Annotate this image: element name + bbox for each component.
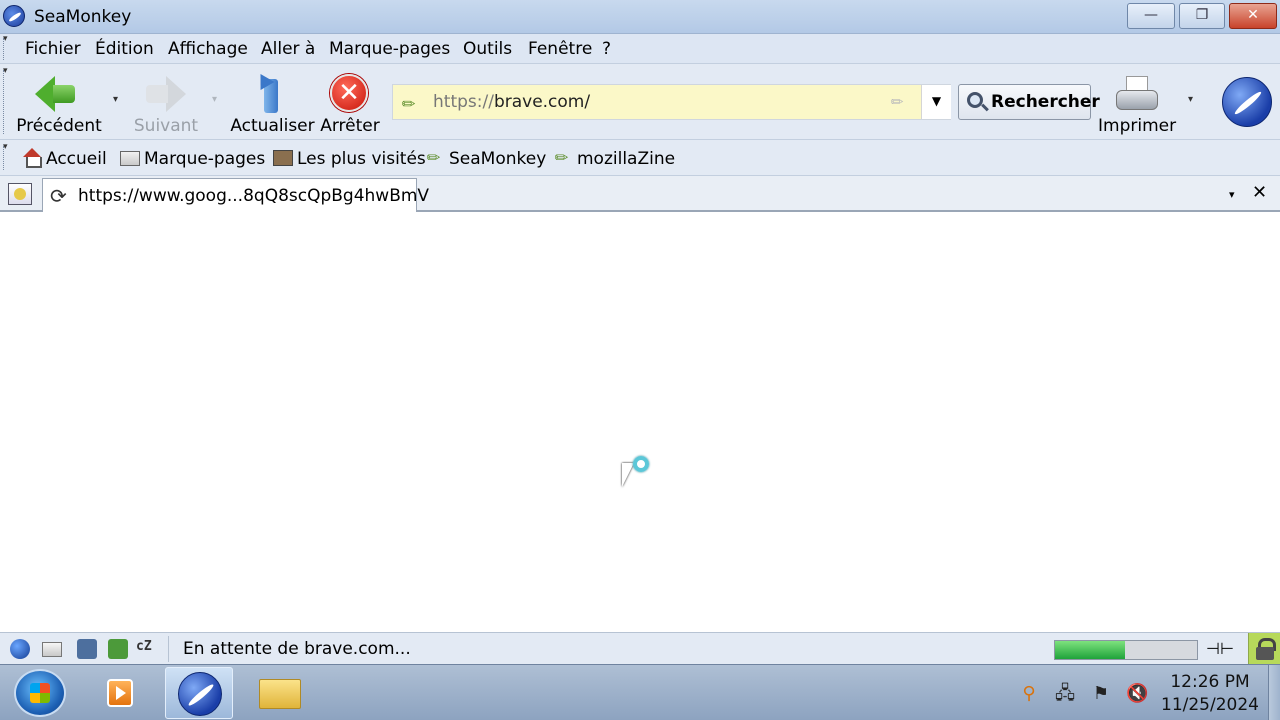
bookmarks-toolbar: Accueil Marque-pages Les plus visités ✎ … [0, 140, 1280, 176]
menu-fichier[interactable]: Fichier [25, 39, 81, 59]
chatzilla-icon[interactable]: cZ [136, 639, 156, 659]
site-identity-icon[interactable]: ✎ [397, 89, 422, 116]
file-explorer-icon [259, 679, 301, 709]
seamonkey-app-icon[interactable] [3, 5, 25, 27]
windows-taskbar: ⚲ 🖧 ⚑ 🔇 12:26 PM 11/25/2024 [0, 664, 1280, 720]
address-book-icon[interactable] [108, 639, 128, 659]
busy-cursor-icon [620, 456, 660, 500]
back-history-dropdown[interactable]: ▾ [113, 94, 118, 105]
page-content[interactable] [0, 212, 1280, 632]
back-label: Précédent [16, 116, 102, 136]
search-label: Rechercher [991, 92, 1100, 112]
magnifier-icon [967, 92, 983, 108]
menu-edition[interactable]: Édition [95, 39, 154, 59]
close-window-button[interactable]: ✕ [1229, 3, 1277, 29]
loading-spinner-icon: ⟳ [50, 184, 67, 208]
network-icon[interactable]: 🖧 [1054, 683, 1076, 705]
url-history-dropdown[interactable]: ▼ [921, 85, 951, 119]
print-label: Imprimer [1098, 116, 1177, 136]
close-tab-button[interactable]: ✕ [1252, 182, 1267, 203]
reload-label: Actualiser [230, 116, 315, 136]
menu-aller-a[interactable]: Aller à [261, 39, 315, 59]
progress-meter [1054, 640, 1198, 660]
navbar-grip[interactable] [3, 66, 8, 134]
taskbar-clock[interactable]: 12:26 PM 11/25/2024 [1158, 671, 1262, 717]
bookmark-leaf-icon: ✎ [550, 146, 574, 170]
bookmark-seamonkey[interactable]: SeaMonkey [449, 149, 546, 169]
status-text: En attente de brave.com... [183, 639, 411, 659]
bookmark-page-icon[interactable]: ✎ [886, 91, 908, 113]
forward-label: Suivant [133, 116, 199, 136]
bookmark-les-plus-visites[interactable]: Les plus visités [297, 149, 426, 169]
show-desktop-button[interactable] [1268, 665, 1280, 720]
minimize-button[interactable]: — [1127, 3, 1175, 29]
search-icon[interactable]: ⚲ [1018, 683, 1040, 705]
clock-date: 11/25/2024 [1161, 695, 1259, 715]
title-bar: SeaMonkey — ❐ ✕ [0, 0, 1280, 34]
status-divider [168, 636, 169, 662]
url-bar[interactable]: ✎ https://brave.com/ ✎ ▼ [392, 84, 951, 120]
mail-component-icon[interactable] [42, 642, 62, 657]
most-visited-icon [273, 150, 293, 166]
bookmark-accueil[interactable]: Accueil [46, 149, 107, 169]
browser-component-icon[interactable] [10, 639, 30, 659]
navigation-toolbar: Précédent ▾ Suivant ▾ Actualiser ✕ Arrêt… [0, 64, 1280, 140]
security-lock-icon[interactable] [1248, 633, 1280, 665]
composer-component-icon[interactable] [77, 639, 97, 659]
bookmarks-grip[interactable] [3, 142, 8, 170]
forward-button[interactable]: Suivant [131, 68, 201, 140]
restore-button[interactable]: ❐ [1179, 3, 1225, 29]
reload-icon [253, 69, 288, 115]
tab-title: https://www.goog...8qQ8scQpBg4hwBmV [78, 186, 430, 206]
volume-muted-icon[interactable]: 🔇 [1126, 683, 1148, 705]
forward-arrow-icon [146, 76, 186, 112]
media-player-icon [107, 679, 133, 707]
tab-active[interactable]: ⟳ https://www.goog...8qQ8scQpBg4hwBmV [42, 178, 429, 212]
back-arrow-icon [35, 76, 75, 112]
back-button[interactable]: Précédent [15, 68, 103, 140]
print-button[interactable]: Imprimer [1098, 68, 1176, 140]
bookmark-marque-pages[interactable]: Marque-pages [144, 149, 265, 169]
stop-icon: ✕ [330, 74, 368, 112]
taskbar-seamonkey[interactable] [165, 667, 233, 719]
menubar-grip[interactable] [3, 34, 8, 60]
tab-list-dropdown[interactable]: ▾ [1229, 188, 1235, 201]
printer-icon [1116, 76, 1158, 114]
url-host: brave.com/ [493, 92, 591, 112]
print-dropdown[interactable]: ▾ [1188, 94, 1193, 105]
folder-icon [120, 151, 140, 166]
stop-button[interactable]: ✕ Arrêter [318, 68, 382, 140]
menu-marque-pages[interactable]: Marque-pages [329, 39, 450, 59]
progress-fill [1055, 641, 1125, 659]
menu-fenetre[interactable]: Fenêtre [528, 39, 592, 59]
menu-affichage[interactable]: Affichage [168, 39, 248, 59]
clock-time: 12:26 PM [1170, 672, 1250, 692]
start-button[interactable] [14, 669, 66, 717]
flag-icon[interactable]: ⚑ [1090, 683, 1112, 705]
menu-bar: Fichier Édition Affichage Aller à Marque… [0, 34, 1280, 64]
url-input[interactable]: https://brave.com/ [433, 92, 590, 112]
bookmark-mozillazine[interactable]: mozillaZine [577, 149, 675, 169]
seamonkey-throbber-icon[interactable] [1222, 77, 1272, 127]
forward-history-dropdown[interactable]: ▾ [212, 94, 217, 105]
status-bar: cZ En attente de brave.com... ⊣⊢ [0, 632, 1280, 665]
menu-outils[interactable]: Outils [463, 39, 512, 59]
window-title: SeaMonkey [34, 7, 132, 27]
seamonkey-icon [178, 672, 222, 716]
taskbar-media-player[interactable] [85, 667, 153, 719]
search-button[interactable]: Rechercher [958, 84, 1100, 120]
reload-button[interactable]: Actualiser [230, 68, 315, 140]
url-scheme: https:// [433, 92, 494, 112]
taskbar-file-explorer[interactable] [245, 667, 313, 719]
new-tab-icon[interactable] [8, 183, 32, 205]
tab-bar: ⟳ https://www.goog...8qQ8scQpBg4hwBmV ▾ … [0, 176, 1280, 212]
online-status-icon[interactable]: ⊣⊢ [1206, 639, 1234, 658]
home-icon [22, 148, 42, 168]
stop-label: Arrêter [320, 116, 380, 136]
menu-help[interactable]: ? [602, 39, 611, 59]
